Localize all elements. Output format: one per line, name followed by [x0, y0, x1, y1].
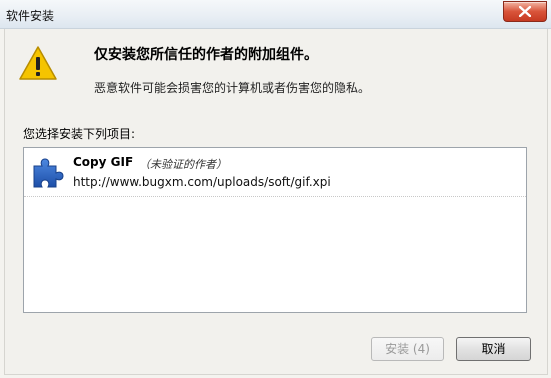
title-bar[interactable]: 软件安装: [0, 0, 551, 29]
addon-url: http://www.bugxm.com/uploads/soft/gif.xp…: [73, 175, 331, 189]
window-title: 软件安装: [6, 9, 55, 23]
puzzle-piece-icon: [33, 158, 64, 188]
cancel-button[interactable]: 取消: [456, 337, 531, 361]
addon-name: Copy GIF: [73, 155, 134, 169]
warning-icon: [19, 46, 57, 80]
unverified-author-note: （未验证的作者）: [139, 158, 227, 171]
install-button[interactable]: 安装 (4): [371, 337, 444, 361]
close-icon: [519, 6, 531, 17]
warning-headline: 仅安装您所信任的作者的附加组件。: [94, 47, 318, 63]
warning-text: 恶意软件可能会损害您的计算机或者伤害您的隐私。: [94, 81, 371, 95]
close-button[interactable]: [503, 1, 547, 22]
install-list-label: 您选择安装下列项目:: [23, 127, 136, 141]
addon-list[interactable]: Copy GIF （未验证的作者） http://www.bugxm.com/u…: [23, 147, 527, 313]
dialog-body: 仅安装您所信任的作者的附加组件。 恶意软件可能会损害您的计算机或者伤害您的隐私。…: [4, 29, 548, 375]
list-item[interactable]: Copy GIF （未验证的作者） http://www.bugxm.com/u…: [24, 148, 526, 197]
